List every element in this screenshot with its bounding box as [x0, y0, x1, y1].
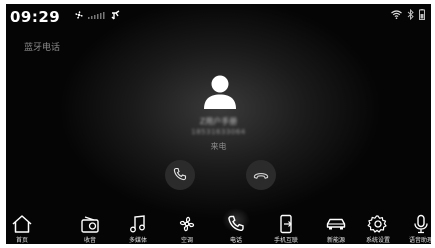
call-status: 来电: [210, 142, 227, 151]
head-unit-screen: 09:29 蓝牙电话 Z用户手册 18531633064 来电 首页 收音 多媒…: [6, 4, 431, 244]
phone-link-icon: [280, 214, 292, 234]
dock-label: 系统设置: [365, 237, 390, 244]
wifi-icon: [391, 10, 402, 19]
fan-icon: [179, 216, 195, 232]
dock-item-settings[interactable]: 系统设置: [358, 214, 398, 244]
music-icon: [130, 215, 145, 233]
radio-icon: [81, 216, 99, 233]
phone-hangup-icon: [253, 166, 269, 185]
dock-item-radio[interactable]: 收音: [70, 214, 110, 244]
clock: 09:29: [10, 8, 61, 26]
dock-label: 语音助理: [408, 237, 431, 244]
dock-item-voice-assistant[interactable]: 语音助理: [401, 214, 431, 244]
status-bar: 09:29: [6, 4, 431, 28]
gear-icon: [367, 215, 387, 233]
dock-item-climate[interactable]: 空调: [167, 214, 207, 244]
dock-label: 空调: [180, 237, 193, 244]
dock-item-home[interactable]: 首页: [6, 214, 42, 244]
bluetooth-icon: [407, 9, 414, 20]
dock-item-new-energy[interactable]: 新能源: [316, 214, 356, 244]
signal-icon: [88, 11, 108, 19]
dock-label: 多媒体: [128, 237, 147, 244]
home-icon: [12, 215, 32, 233]
dock-label: 手机互联: [273, 237, 298, 244]
car-icon: [326, 218, 346, 230]
phone-icon: [228, 215, 244, 232]
dock-item-phone[interactable]: 电话: [216, 208, 256, 244]
microphone-icon: [414, 214, 428, 234]
app-title: 蓝牙电话: [24, 43, 61, 53]
fan-icon: [74, 10, 84, 20]
dock-label: 收音: [83, 237, 96, 244]
answer-call-button[interactable]: [165, 160, 195, 190]
bottom-dock: 首页 收音 多媒体 空调 电话 手机互联 新能源 系统设置 语音助理: [6, 208, 431, 244]
dock-label: 电话: [229, 237, 242, 244]
dock-item-multimedia[interactable]: 多媒体: [118, 214, 158, 244]
dock-label: 新能源: [326, 237, 345, 244]
caller-name: Z用户手册: [199, 117, 238, 126]
dock-label: 首页: [15, 237, 28, 244]
decline-call-button[interactable]: [246, 160, 276, 190]
phone-answer-icon: [173, 166, 187, 185]
dock-item-phone-link[interactable]: 手机互联: [266, 214, 306, 244]
caller-avatar-icon: [200, 74, 240, 110]
usb-icon: [111, 10, 121, 20]
battery-icon: [419, 9, 425, 20]
caller-number: 18531633064: [191, 128, 246, 136]
